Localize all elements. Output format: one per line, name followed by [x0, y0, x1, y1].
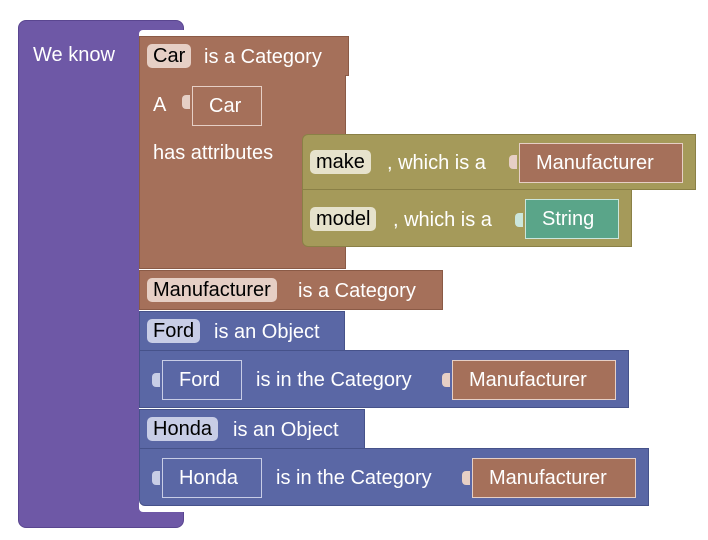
model-type-connector-icon [515, 213, 523, 227]
car-category-suffix: is a Category [204, 46, 322, 68]
has-attributes-label: has attributes [153, 142, 274, 164]
ford-object-block[interactable]: Ford is an Object [139, 311, 345, 351]
manufacturer-name-field[interactable]: Manufacturer [147, 278, 277, 302]
honda-category-slot[interactable]: Manufacturer [472, 458, 636, 498]
honda-instance-slot[interactable]: Honda [162, 458, 262, 498]
model-name-field[interactable]: model [310, 207, 377, 231]
car-instance-connector-icon [182, 95, 190, 109]
ford-instance-slot[interactable]: Ford [162, 360, 242, 400]
make-attribute-block[interactable]: make , which is a Manufacturer [302, 134, 696, 190]
honda-instance-connector-icon [152, 471, 160, 485]
honda-relation-label: is in the Category [276, 467, 432, 489]
ford-category-membership-block[interactable]: Ford is in the Category Manufacturer [139, 350, 629, 408]
ford-name-field[interactable]: Ford [147, 319, 201, 343]
ford-category-connector-icon [442, 373, 450, 387]
honda-name-field[interactable]: Honda [147, 417, 218, 441]
make-type-slot[interactable]: Manufacturer [519, 143, 683, 183]
model-attribute-block[interactable]: model , which is a String [302, 189, 632, 247]
honda-object-suffix: is an Object [233, 419, 339, 441]
model-type-slot[interactable]: String [525, 199, 619, 239]
ford-relation-label: is in the Category [256, 369, 412, 391]
car-instance-slot[interactable]: Car [192, 86, 262, 126]
manufacturer-category-block[interactable]: Manufacturer is a Category [139, 270, 443, 310]
make-connector-label: , which is a [387, 152, 486, 174]
honda-object-block[interactable]: Honda is an Object [139, 409, 365, 449]
manufacturer-category-suffix: is a Category [298, 280, 416, 302]
make-name-field[interactable]: make [310, 150, 371, 174]
ford-instance-connector-icon [152, 373, 160, 387]
honda-category-membership-block[interactable]: Honda is in the Category Manufacturer [139, 448, 649, 506]
make-type-connector-icon [509, 155, 517, 169]
honda-category-connector-icon [462, 471, 470, 485]
car-article-label: A [153, 94, 167, 116]
ford-category-slot[interactable]: Manufacturer [452, 360, 616, 400]
we-know-label: We know [33, 44, 115, 66]
ford-object-suffix: is an Object [214, 321, 320, 343]
model-connector-label: , which is a [393, 209, 492, 231]
car-category-block[interactable]: Car is a Category [139, 36, 349, 76]
car-name-field[interactable]: Car [147, 44, 192, 68]
